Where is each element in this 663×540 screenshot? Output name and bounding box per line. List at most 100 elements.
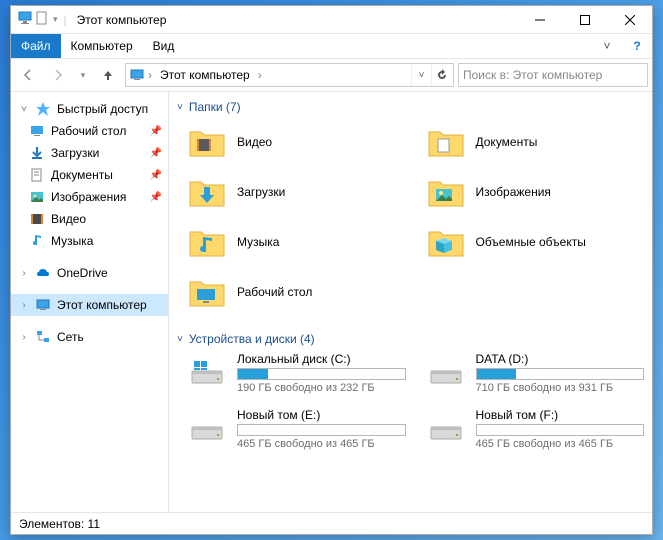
sidebar-item-documents[interactable]: Документы 📌: [11, 164, 168, 186]
nav-up-button[interactable]: [95, 62, 121, 88]
sidebar-item-downloads[interactable]: Загрузки 📌: [11, 142, 168, 164]
folder-documents[interactable]: Документы: [426, 120, 645, 164]
group-header-devices[interactable]: ˅ Устройства и диски (4): [177, 328, 644, 352]
folder-label: Загрузки: [237, 185, 285, 199]
drive-usage-bar: [476, 368, 645, 380]
sidebar-item-pictures[interactable]: Изображения 📌: [11, 186, 168, 208]
tab-file[interactable]: Файл: [11, 34, 61, 58]
folder-label: Изображения: [476, 185, 551, 199]
drive-name: DATA (D:): [476, 352, 645, 366]
drive-icon: [426, 409, 466, 449]
folder-desktop[interactable]: Рабочий стол: [187, 270, 406, 314]
downloads-icon: [29, 145, 45, 161]
window-title: Этот компьютер: [69, 13, 517, 27]
chevron-down-icon: ˅: [177, 334, 183, 345]
maximize-button[interactable]: [562, 6, 607, 34]
folder-pictures[interactable]: Изображения: [426, 170, 645, 214]
folder-label: Объемные объекты: [476, 235, 586, 249]
pictures-folder-icon: [426, 172, 466, 212]
address-this-pc-icon: [128, 67, 146, 83]
drive-icon: [426, 353, 466, 393]
help-icon[interactable]: ?: [622, 34, 652, 58]
tab-computer[interactable]: Компьютер: [61, 34, 143, 58]
drive-freespace: 710 ГБ свободно из 931 ГБ: [476, 382, 645, 394]
drive-icon: [187, 409, 227, 449]
folder-label: Рабочий стол: [237, 285, 312, 299]
drive-item[interactable]: Новый том (F:) 465 ГБ свободно из 465 ГБ: [426, 408, 645, 450]
videos-icon: [29, 211, 45, 227]
drive-item[interactable]: Новый том (E:) 465 ГБ свободно из 465 ГБ: [187, 408, 406, 450]
address-bar[interactable]: › Этот компьютер › ˅: [125, 63, 454, 87]
address-row: ▾ › Этот компьютер › ˅ Поиск в: Этот ком…: [11, 58, 652, 92]
sidebar-item-quickaccess[interactable]: ˅ Быстрый доступ: [11, 98, 168, 120]
drive-name: Новый том (F:): [476, 408, 645, 422]
sidebar-item-videos[interactable]: Видео: [11, 208, 168, 230]
folder-label: Видео: [237, 135, 272, 149]
downloads-folder-icon: [187, 172, 227, 212]
chevron-right-icon[interactable]: ›: [19, 268, 29, 279]
sidebar-item-thispc[interactable]: › Этот компьютер: [11, 294, 168, 316]
drive-usage-bar: [237, 424, 406, 436]
sidebar-item-label: Загрузки: [51, 146, 99, 160]
minimize-button[interactable]: [517, 6, 562, 34]
close-button[interactable]: [607, 6, 652, 34]
group-title: Папки (7): [189, 100, 241, 114]
navigation-pane: ˅ Быстрый доступ Рабочий стол 📌 Загрузки…: [11, 92, 169, 512]
pin-icon: 📌: [150, 192, 162, 203]
breadcrumb-sep-icon[interactable]: ›: [146, 68, 154, 82]
group-header-folders[interactable]: ˅ Папки (7): [177, 96, 644, 120]
drive-freespace: 465 ГБ свободно из 465 ГБ: [237, 438, 406, 450]
sidebar-item-music[interactable]: Музыка: [11, 230, 168, 252]
status-bar: Элементов: 11: [11, 512, 652, 534]
drive-icon: [187, 353, 227, 393]
pin-icon: 📌: [150, 170, 162, 181]
pin-icon: 📌: [150, 148, 162, 159]
breadcrumb[interactable]: Этот компьютер: [154, 68, 256, 82]
sidebar-item-onedrive[interactable]: › OneDrive: [11, 262, 168, 284]
folder-music[interactable]: Музыка: [187, 220, 406, 264]
onedrive-icon: [35, 265, 51, 281]
folder-label: Музыка: [237, 235, 279, 249]
sidebar-item-label: Этот компьютер: [57, 298, 147, 312]
address-dropdown-icon[interactable]: ˅: [411, 64, 431, 86]
chevron-down-icon[interactable]: ˅: [19, 104, 29, 115]
chevron-down-icon: ˅: [177, 102, 183, 113]
watermark: Avito: [592, 513, 640, 534]
drive-freespace: 190 ГБ свободно из 232 ГБ: [237, 382, 406, 394]
nav-back-button[interactable]: [15, 62, 41, 88]
sidebar-item-desktop[interactable]: Рабочий стол 📌: [11, 120, 168, 142]
sidebar-item-label: OneDrive: [57, 266, 108, 280]
videos-folder-icon: [187, 122, 227, 162]
folder-downloads[interactable]: Загрузки: [187, 170, 406, 214]
quick-access-toolbar: ▾ |: [11, 10, 69, 29]
expand-ribbon-icon[interactable]: ˅: [592, 34, 622, 58]
breadcrumb-sep-icon[interactable]: ›: [256, 68, 264, 82]
chevron-right-icon[interactable]: ›: [19, 332, 29, 343]
sidebar-item-network[interactable]: › Сеть: [11, 326, 168, 348]
content-pane: ˅ Папки (7) Видео Документы Загрузки: [169, 92, 652, 512]
drive-item[interactable]: Локальный диск (C:) 190 ГБ свободно из 2…: [187, 352, 406, 394]
pin-icon: 📌: [150, 126, 162, 137]
drive-item[interactable]: DATA (D:) 710 ГБ свободно из 931 ГБ: [426, 352, 645, 394]
sidebar-item-label: Видео: [51, 212, 86, 226]
drive-usage-bar: [476, 424, 645, 436]
sidebar-item-label: Документы: [51, 168, 113, 182]
group-title: Устройства и диски (4): [189, 332, 315, 346]
explorer-window: ▾ | Этот компьютер Файл Компьютер Вид ˅ …: [10, 5, 653, 535]
folder-videos[interactable]: Видео: [187, 120, 406, 164]
tab-view[interactable]: Вид: [143, 34, 185, 58]
search-input[interactable]: Поиск в: Этот компьютер: [458, 63, 648, 87]
nav-forward-button[interactable]: [45, 62, 71, 88]
nav-history-dropdown[interactable]: ▾: [75, 62, 91, 88]
music-folder-icon: [187, 222, 227, 262]
refresh-icon[interactable]: [431, 64, 451, 86]
folder-3dobjects[interactable]: Объемные объекты: [426, 220, 645, 264]
dropdown-icon[interactable]: ▾: [51, 14, 60, 25]
chevron-right-icon[interactable]: ›: [19, 300, 29, 311]
drive-freespace: 465 ГБ свободно из 465 ГБ: [476, 438, 645, 450]
status-item-count: Элементов: 11: [19, 517, 100, 531]
file-icon: [35, 11, 49, 28]
this-pc-icon: [17, 10, 33, 29]
pictures-icon: [29, 189, 45, 205]
sidebar-item-label: Изображения: [51, 190, 126, 204]
